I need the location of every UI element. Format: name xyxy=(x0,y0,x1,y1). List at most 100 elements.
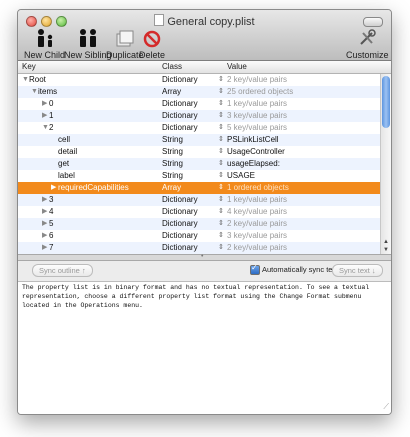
stepper-icon[interactable]: ⇕ xyxy=(218,146,224,158)
new-child-button[interactable]: New Child xyxy=(24,28,65,60)
row-class[interactable]: Dictionary xyxy=(162,74,198,86)
divider-handle-icon[interactable]: • xyxy=(201,253,203,260)
stepper-icon[interactable]: ⇕ xyxy=(218,230,224,242)
row-value[interactable]: 2 key/value pairs xyxy=(227,242,287,254)
row-class[interactable]: Array xyxy=(162,182,181,194)
row-value[interactable]: PSLinkListCell xyxy=(227,134,279,146)
outline-row[interactable]: ▼ items Array ⇕ 25 ordered objects xyxy=(18,86,380,98)
auto-sync-label[interactable]: Automatically sync text xyxy=(262,265,338,274)
duplicate-button[interactable]: Duplicate xyxy=(106,28,144,60)
row-class[interactable]: String xyxy=(162,146,183,158)
row-key: 3 xyxy=(49,195,54,204)
row-class[interactable]: String xyxy=(162,170,183,182)
outline-row[interactable]: ▶ 0 Dictionary ⇕ 1 key/value pairs xyxy=(18,98,380,110)
disclosure-right-icon[interactable]: ▶ xyxy=(42,194,47,206)
outline-row[interactable]: ▶ 3 Dictionary ⇕ 1 key/value pairs xyxy=(18,194,380,206)
stepper-icon[interactable]: ⇕ xyxy=(218,74,224,86)
stepper-icon[interactable]: ⇕ xyxy=(218,194,224,206)
disclosure-down-icon[interactable]: ▼ xyxy=(22,74,29,86)
row-key: 4 xyxy=(49,207,54,216)
disclosure-right-icon[interactable]: ▶ xyxy=(42,218,47,230)
stepper-icon[interactable]: ⇕ xyxy=(218,170,224,182)
delete-button[interactable]: Delete xyxy=(139,28,165,60)
column-header-class[interactable]: Class xyxy=(162,62,182,71)
outline-row[interactable]: ▼ Root Dictionary ⇕ 2 key/value pairs xyxy=(18,74,380,86)
new-sibling-icon xyxy=(64,28,112,48)
stepper-icon[interactable]: ⇕ xyxy=(218,122,224,134)
vertical-scrollbar[interactable]: ▲ ▼ xyxy=(380,74,391,254)
disclosure-down-icon[interactable]: ▼ xyxy=(31,86,38,98)
row-class[interactable]: Dictionary xyxy=(162,110,198,122)
row-value[interactable]: USAGE xyxy=(227,170,255,182)
row-class[interactable]: Dictionary xyxy=(162,230,198,242)
sync-text-button[interactable]: Sync text ↓ xyxy=(332,264,383,277)
row-class[interactable]: String xyxy=(162,158,183,170)
resize-grip-icon[interactable]: ⟋ xyxy=(383,402,389,412)
stepper-icon[interactable]: ⇕ xyxy=(218,206,224,218)
outline-view[interactable]: ▼ Root Dictionary ⇕ 2 key/value pairs ▼ … xyxy=(18,74,380,254)
row-value[interactable]: 2 key/value pairs xyxy=(227,74,287,86)
scrollbar-thumb[interactable] xyxy=(382,76,390,128)
row-value[interactable]: 1 key/value pairs xyxy=(227,194,287,206)
row-value[interactable]: usageElapsed: xyxy=(227,158,280,170)
row-value[interactable]: 2 key/value pairs xyxy=(227,218,287,230)
row-value[interactable]: UsageController xyxy=(227,146,285,158)
outline-row-selected[interactable]: ▶ requiredCapabilities Array ⇕ 1 ordered… xyxy=(18,182,380,194)
outline-row[interactable]: ▶ 4 Dictionary ⇕ 4 key/value pairs xyxy=(18,206,380,218)
row-class[interactable]: Dictionary xyxy=(162,122,198,134)
outline-row[interactable]: ▼ 2 Dictionary ⇕ 5 key/value pairs xyxy=(18,122,380,134)
column-header-value[interactable]: Value xyxy=(227,62,247,71)
duplicate-label: Duplicate xyxy=(106,50,144,60)
stepper-icon[interactable]: ⇕ xyxy=(218,182,224,194)
row-value[interactable]: 1 key/value pairs xyxy=(227,98,287,110)
stepper-icon[interactable]: ⇕ xyxy=(218,98,224,110)
row-value[interactable]: 3 key/value pairs xyxy=(227,110,287,122)
row-value[interactable]: 4 key/value pairs xyxy=(227,206,287,218)
outline-row[interactable]: cell String ⇕ PSLinkListCell xyxy=(18,134,380,146)
new-child-icon xyxy=(24,28,65,48)
text-representation-area[interactable]: The property list is in binary format an… xyxy=(18,282,391,414)
disclosure-right-icon[interactable]: ▶ xyxy=(42,230,47,242)
row-class[interactable]: Dictionary xyxy=(162,194,198,206)
scroll-down-arrow-icon[interactable]: ▼ xyxy=(381,246,391,254)
row-class[interactable]: Dictionary xyxy=(162,206,198,218)
outline-row[interactable]: ▶ 6 Dictionary ⇕ 3 key/value pairs xyxy=(18,230,380,242)
outline-row[interactable]: ▶ 1 Dictionary ⇕ 3 key/value pairs xyxy=(18,110,380,122)
row-key: detail xyxy=(58,147,78,156)
stepper-icon[interactable]: ⇕ xyxy=(218,110,224,122)
sync-outline-button[interactable]: Sync outline ↑ xyxy=(32,264,93,277)
customize-button[interactable]: Customize xyxy=(346,28,389,60)
disclosure-right-icon[interactable]: ▶ xyxy=(42,98,47,110)
stepper-icon[interactable]: ⇕ xyxy=(218,134,224,146)
row-value[interactable]: 1 ordered objects xyxy=(227,182,289,194)
row-class[interactable]: Dictionary xyxy=(162,242,198,254)
disclosure-right-icon[interactable]: ▶ xyxy=(51,182,56,194)
row-class[interactable]: Dictionary xyxy=(162,218,198,230)
disclosure-right-icon[interactable]: ▶ xyxy=(42,242,47,254)
stepper-icon[interactable]: ⇕ xyxy=(218,158,224,170)
new-sibling-button[interactable]: New Sibling xyxy=(64,28,112,60)
disclosure-down-icon[interactable]: ▼ xyxy=(42,122,49,134)
auto-sync-checkbox[interactable] xyxy=(250,263,260,275)
stepper-icon[interactable]: ⇕ xyxy=(218,218,224,230)
row-class[interactable]: Array xyxy=(162,86,181,98)
row-class[interactable]: String xyxy=(162,134,183,146)
column-header-key[interactable]: Key xyxy=(22,62,36,71)
outline-row[interactable]: detail String ⇕ UsageController xyxy=(18,146,380,158)
disclosure-right-icon[interactable]: ▶ xyxy=(42,110,47,122)
row-value[interactable]: 5 key/value pairs xyxy=(227,122,287,134)
row-value[interactable]: 3 key/value pairs xyxy=(227,230,287,242)
outline-row[interactable]: label String ⇕ USAGE xyxy=(18,170,380,182)
row-class[interactable]: Dictionary xyxy=(162,98,198,110)
outline-row[interactable]: ▶ 5 Dictionary ⇕ 2 key/value pairs xyxy=(18,218,380,230)
scroll-arrows[interactable]: ▲ ▼ xyxy=(381,238,391,254)
scroll-up-arrow-icon[interactable]: ▲ xyxy=(381,238,391,246)
stepper-icon[interactable]: ⇕ xyxy=(218,86,224,98)
disclosure-right-icon[interactable]: ▶ xyxy=(42,206,47,218)
outline-row[interactable]: ▶ 7 Dictionary ⇕ 2 key/value pairs xyxy=(18,242,380,254)
outline-row[interactable]: get String ⇕ usageElapsed: xyxy=(18,158,380,170)
stepper-icon[interactable]: ⇕ xyxy=(218,242,224,254)
toolbar-toggle-button[interactable] xyxy=(363,17,383,27)
split-view-divider[interactable]: • xyxy=(18,253,391,261)
row-value[interactable]: 25 ordered objects xyxy=(227,86,293,98)
